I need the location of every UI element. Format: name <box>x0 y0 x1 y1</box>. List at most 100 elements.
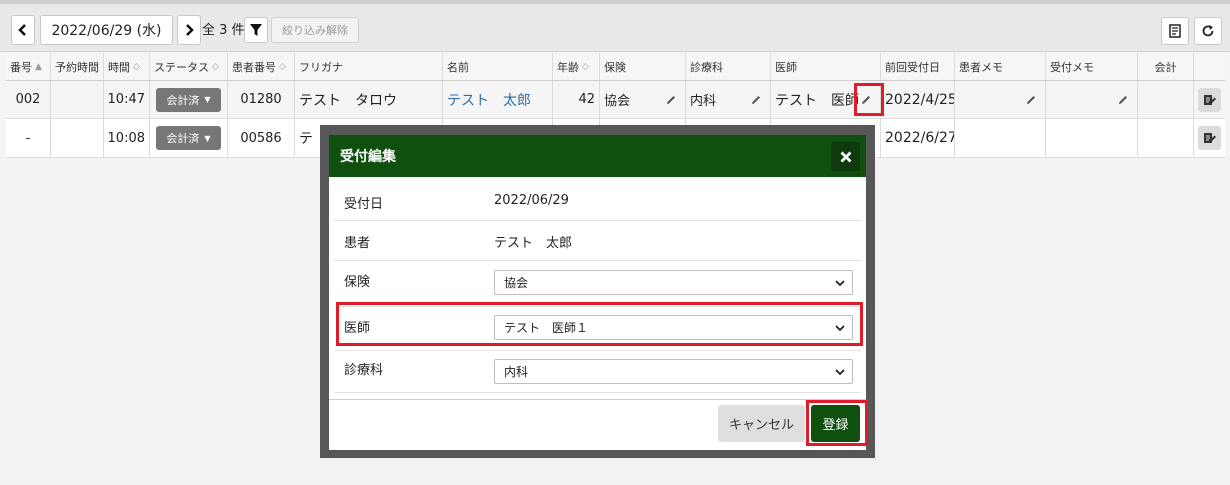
cell-number: - <box>6 119 51 157</box>
modal-row-date: 受付日 2022/06/29 <box>334 179 861 221</box>
modal-row-insurance: 保険 協会 <box>334 261 861 307</box>
pencil-icon[interactable] <box>1117 94 1129 106</box>
prev-day-button[interactable] <box>11 15 35 45</box>
department-label: 診療科 <box>344 363 384 378</box>
doctor-label: 医師 <box>344 321 371 336</box>
register-button[interactable]: 登録 <box>811 405 860 442</box>
header-billing: 会計 <box>1138 53 1194 80</box>
filter-button[interactable] <box>244 17 268 43</box>
header-furigana[interactable]: フリガナ <box>295 53 443 80</box>
cell-doctor: テスト 医師 <box>771 81 881 118</box>
pencil-icon[interactable] <box>860 94 872 106</box>
header-insurance: 保険 <box>600 53 686 80</box>
export-button[interactable] <box>1161 17 1189 45</box>
cell-last-visit: 2022/6/27 <box>881 119 955 157</box>
header-name[interactable]: 名前 <box>443 53 553 80</box>
department-select[interactable]: 内科 <box>494 359 853 384</box>
cell-department: 内科 <box>686 81 771 118</box>
table-header: 番号 ▲ 予約時間 時間 ◇ ステータス ◇ 患者番号 ◇ フリガナ 名前 年齢 ◇ 保険… <box>6 53 1225 81</box>
reception-edit-modal: 受付編集 受付日 2022/06/29 患者 テスト 太郎 保険 協会 医師 テ… <box>329 135 866 450</box>
modal-row-patient: 患者 テスト 太郎 <box>334 221 861 261</box>
patient-name-link[interactable]: テスト 太郎 <box>447 90 531 110</box>
close-icon <box>840 151 851 162</box>
cell-patient-number: 01280 <box>228 81 295 118</box>
caret-down-icon: ▼ <box>204 95 211 104</box>
patient-label: 患者 <box>344 236 371 251</box>
toolbar: 2022/06/29 (水) 全 3 件 絞り込み解除 <box>0 4 1230 52</box>
cell-billing <box>1138 81 1194 118</box>
header-age[interactable]: 年齢 ◇ <box>553 53 600 80</box>
modal-title: 受付編集 <box>340 149 396 165</box>
cell-reserve-time <box>51 119 104 157</box>
header-reserve-time: 予約時間 <box>51 53 104 80</box>
chevron-right-icon <box>186 24 194 36</box>
header-patient-number[interactable]: 患者番号 ◇ <box>228 53 295 80</box>
date-display[interactable]: 2022/06/29 (水) <box>40 15 173 45</box>
chevron-down-icon <box>835 325 845 332</box>
caret-down-icon: ▼ <box>204 133 211 143</box>
document-icon <box>1169 24 1181 38</box>
patient-value: テスト 太郎 <box>494 236 573 251</box>
edit-document-icon <box>1203 133 1216 143</box>
modal-row-department: 診療科 内科 <box>334 351 861 393</box>
cell-furigana: テスト タロウ <box>295 81 443 118</box>
cell-reception-memo <box>1046 119 1138 157</box>
pencil-icon[interactable] <box>1025 94 1037 106</box>
cell-patient-memo <box>955 119 1046 157</box>
cell-reserve-time <box>51 81 104 118</box>
cell-patient-memo <box>955 81 1046 118</box>
header-department: 診療科 <box>686 53 771 80</box>
date-value: 2022/06/29 <box>494 193 569 208</box>
cell-last-visit: 2022/4/25 <box>881 81 955 118</box>
cell-number: 002 <box>6 81 51 118</box>
cell-age: 42 <box>553 81 600 118</box>
cell-time: 10:47 <box>104 81 150 118</box>
sort-icon: ◇ <box>279 61 286 72</box>
sort-icon: ▲ <box>35 61 42 72</box>
sort-icon: ◇ <box>133 61 140 72</box>
doctor-select[interactable]: テスト 医師１ <box>494 315 853 340</box>
modal-row-doctor: 医師 テスト 医師１ <box>334 307 861 351</box>
header-patient-memo: 患者メモ <box>955 53 1046 80</box>
header-last-visit: 前回受付日 <box>881 53 955 80</box>
refresh-button[interactable] <box>1194 17 1222 45</box>
status-dropdown[interactable]: 会計済 ▼ <box>156 126 221 150</box>
header-status[interactable]: ステータス ◇ <box>150 53 228 80</box>
cell-patient-number: 00586 <box>228 119 295 157</box>
edit-document-icon <box>1203 94 1216 105</box>
cell-reception-memo <box>1046 81 1138 118</box>
pencil-icon[interactable] <box>665 94 677 106</box>
header-actions <box>1194 53 1225 80</box>
chevron-down-icon <box>835 369 845 376</box>
chevron-left-icon <box>18 24 26 36</box>
row-action-button[interactable] <box>1198 87 1221 112</box>
refresh-icon <box>1202 25 1214 37</box>
insurance-label: 保険 <box>344 275 371 290</box>
sort-icon: ◇ <box>582 61 589 72</box>
header-number[interactable]: 番号 ▲ <box>6 53 51 80</box>
modal-header: 受付編集 <box>329 135 866 177</box>
cancel-button[interactable]: キャンセル <box>718 405 805 442</box>
status-dropdown[interactable]: 会計済 ▼ <box>156 87 221 112</box>
cell-status: 会計済 ▼ <box>150 119 228 157</box>
cell-billing <box>1138 119 1194 157</box>
cell-actions <box>1194 119 1225 157</box>
cell-insurance: 協会 <box>600 81 686 118</box>
modal-close-button[interactable] <box>831 142 860 171</box>
header-doctor: 医師 <box>771 53 881 80</box>
table-row[interactable]: 002 10:47 会計済 ▼ 01280 テスト タロウ テスト 太郎 42 協… <box>6 81 1225 119</box>
chevron-down-icon <box>835 280 845 287</box>
date-label: 受付日 <box>344 197 384 212</box>
sort-icon: ◇ <box>212 61 219 72</box>
clear-filter-button[interactable]: 絞り込み解除 <box>271 17 359 43</box>
filter-icon <box>250 24 262 36</box>
row-action-button[interactable] <box>1198 126 1221 150</box>
pencil-icon[interactable] <box>750 94 762 106</box>
header-reception-memo: 受付メモ <box>1046 53 1138 80</box>
insurance-select[interactable]: 協会 <box>494 270 853 295</box>
cell-status: 会計済 ▼ <box>150 81 228 118</box>
cell-actions <box>1194 81 1225 118</box>
cell-name: テスト 太郎 <box>443 81 553 118</box>
next-day-button[interactable] <box>177 15 201 45</box>
header-time[interactable]: 時間 ◇ <box>104 53 150 80</box>
